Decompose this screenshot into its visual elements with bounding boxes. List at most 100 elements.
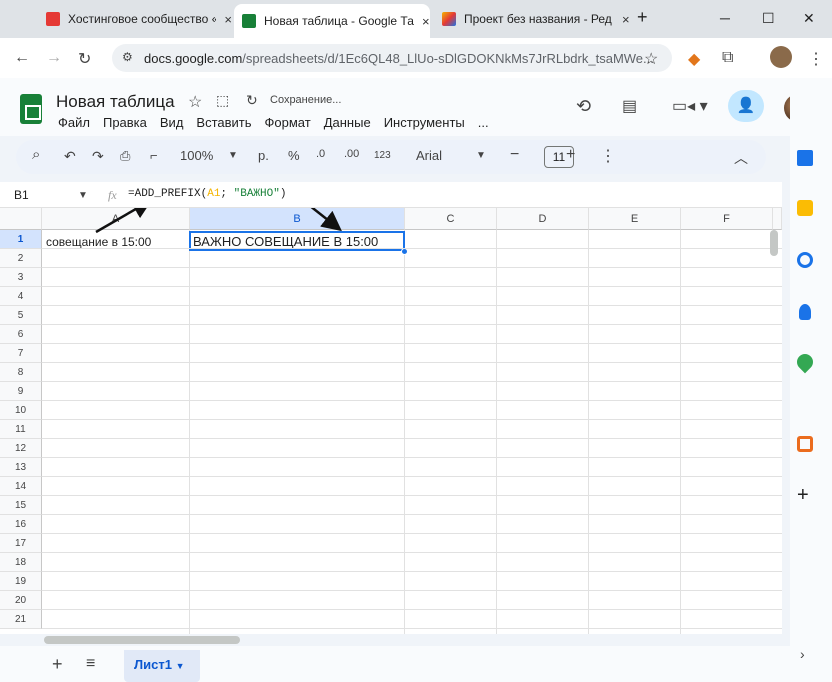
- row-header-7[interactable]: 7: [0, 344, 42, 363]
- row-header-5[interactable]: 5: [0, 306, 42, 325]
- currency-format-button[interactable]: р.: [258, 148, 269, 163]
- document-title[interactable]: Новая таблица: [56, 92, 175, 112]
- row-header-21[interactable]: 21: [0, 610, 42, 629]
- browser-nav-bar: ← → ↻ docs.google.com/spreadsheets/d/1Ec…: [0, 38, 832, 78]
- maximize-icon[interactable]: ☐: [762, 10, 775, 27]
- address-bar[interactable]: docs.google.com/spreadsheets/d/1Ec6QL48_…: [112, 44, 672, 72]
- row-header-17[interactable]: 17: [0, 534, 42, 553]
- office-icon[interactable]: [797, 436, 813, 452]
- close-window-icon[interactable]: ✕: [803, 10, 815, 27]
- collapse-toolbar-icon[interactable]: ︿: [734, 148, 748, 168]
- new-tab-button[interactable]: +: [637, 7, 648, 28]
- row-header-16[interactable]: 16: [0, 515, 42, 534]
- font-size-increase-icon[interactable]: +: [566, 146, 575, 164]
- metamask-extension-icon[interactable]: ◆: [688, 49, 700, 69]
- font-select[interactable]: Arial: [416, 148, 442, 163]
- chevron-down-icon[interactable]: ▼: [78, 190, 88, 201]
- browser-tab-hosting[interactable]: Хостинговое сообщество « ×: [38, 6, 232, 32]
- back-icon[interactable]: ←: [14, 49, 30, 67]
- browser-tab-project[interactable]: Проект без названия - Ред ×: [434, 6, 630, 32]
- grid-line: [588, 230, 589, 634]
- tasks-icon[interactable]: [797, 252, 813, 268]
- site-info-icon[interactable]: ⚙: [122, 50, 133, 64]
- bookmark-star-icon[interactable]: ☆: [644, 49, 658, 69]
- editor-favicon-icon: [442, 12, 456, 26]
- browser-tab-sheets[interactable]: Новая таблица - Google Та ×: [234, 4, 430, 38]
- meet-icon[interactable]: ▭◂ ▾: [672, 96, 708, 116]
- zoom-select[interactable]: 100%: [180, 148, 213, 163]
- chevron-down-icon[interactable]: ▼: [476, 150, 486, 161]
- row-header-15[interactable]: 15: [0, 496, 42, 515]
- keep-icon[interactable]: [797, 200, 813, 216]
- plus-icon[interactable]: +: [797, 484, 809, 507]
- extensions-icon[interactable]: ⧉: [722, 49, 733, 67]
- row-header-20[interactable]: 20: [0, 591, 42, 610]
- spreadsheet-grid[interactable]: A B C D E F 1 2 3 4 5 6 7 8 9 10 11 12 13 14 15 16 17 18 1…: [0, 208, 782, 634]
- menu-tools[interactable]: Инструменты: [384, 115, 465, 130]
- row-header-18[interactable]: 18: [0, 553, 42, 572]
- minimize-icon[interactable]: ─: [720, 10, 730, 26]
- row-header-4[interactable]: 4: [0, 287, 42, 306]
- side-panel: [790, 78, 832, 682]
- font-size-decrease-icon[interactable]: −: [510, 146, 519, 164]
- row-header-14[interactable]: 14: [0, 477, 42, 496]
- more-formats-button[interactable]: 123: [374, 150, 391, 161]
- redo-icon[interactable]: ↷: [92, 148, 104, 165]
- menu-view[interactable]: Вид: [160, 115, 184, 130]
- chevron-down-icon[interactable]: ▼: [176, 661, 185, 671]
- vertical-scrollbar[interactable]: [770, 230, 778, 256]
- chevron-down-icon[interactable]: ▼: [228, 150, 238, 161]
- row-header-6[interactable]: 6: [0, 325, 42, 344]
- formula-input[interactable]: =ADD_PREFIX(A1; "ВАЖНО"): [128, 188, 286, 200]
- share-icon[interactable]: 👤: [728, 90, 764, 122]
- close-tab-icon[interactable]: ×: [622, 12, 630, 27]
- row-header-19[interactable]: 19: [0, 572, 42, 591]
- row-header-12[interactable]: 12: [0, 439, 42, 458]
- comment-icon[interactable]: ▤: [622, 96, 637, 116]
- grid-line: [42, 324, 782, 325]
- history-icon[interactable]: ⟲: [576, 96, 591, 117]
- row-header-13[interactable]: 13: [0, 458, 42, 477]
- move-icon[interactable]: ⬚: [216, 92, 229, 109]
- name-box[interactable]: B1: [14, 188, 29, 202]
- add-sheet-icon[interactable]: +: [52, 654, 63, 675]
- increase-decimal-button[interactable]: .00: [344, 148, 359, 160]
- percent-format-button[interactable]: %: [288, 148, 300, 163]
- sheet-tab-list1[interactable]: Лист1 ▼: [124, 650, 200, 682]
- paint-format-icon[interactable]: ⌐: [150, 148, 158, 163]
- menu-more[interactable]: ...: [478, 115, 489, 130]
- undo-icon[interactable]: ↶: [64, 148, 76, 165]
- all-sheets-icon[interactable]: ≡: [86, 655, 95, 673]
- close-tab-icon[interactable]: ×: [422, 14, 430, 29]
- formula-string: "ВАЖНО": [233, 188, 280, 200]
- menu-insert[interactable]: Вставить: [196, 115, 251, 130]
- calendar-icon[interactable]: [797, 150, 813, 166]
- sheets-logo-icon[interactable]: [20, 94, 42, 124]
- close-tab-icon[interactable]: ×: [224, 12, 232, 27]
- expand-side-panel-icon[interactable]: ›: [800, 646, 805, 662]
- menu-format[interactable]: Формат: [265, 115, 311, 130]
- browser-menu-icon[interactable]: ⋮: [808, 49, 824, 69]
- print-icon[interactable]: ⎙: [120, 148, 130, 164]
- horizontal-scrollbar[interactable]: [44, 636, 240, 644]
- grid-line: [42, 514, 782, 515]
- row-header-8[interactable]: 8: [0, 363, 42, 382]
- row-header-9[interactable]: 9: [0, 382, 42, 401]
- row-header-11[interactable]: 11: [0, 420, 42, 439]
- menu-edit[interactable]: Правка: [103, 115, 147, 130]
- grid-line: [42, 419, 782, 420]
- grid-line: [42, 533, 782, 534]
- star-icon[interactable]: ☆: [188, 92, 202, 112]
- contacts-icon[interactable]: [799, 304, 811, 320]
- menu-data[interactable]: Данные: [324, 115, 371, 130]
- forward-icon[interactable]: →: [46, 49, 62, 67]
- row-header-10[interactable]: 10: [0, 401, 42, 420]
- reload-icon[interactable]: ↻: [78, 49, 91, 69]
- more-options-icon[interactable]: ⋮: [600, 146, 616, 166]
- decrease-decimal-button[interactable]: .0: [316, 148, 325, 160]
- menu-file[interactable]: Файл: [58, 115, 90, 130]
- browser-tab-strip: Хостинговое сообщество « × Новая таблица…: [0, 0, 832, 38]
- profile-avatar-icon[interactable]: [770, 46, 792, 68]
- search-icon[interactable]: ⌕: [32, 146, 40, 163]
- row-header-3[interactable]: 3: [0, 268, 42, 287]
